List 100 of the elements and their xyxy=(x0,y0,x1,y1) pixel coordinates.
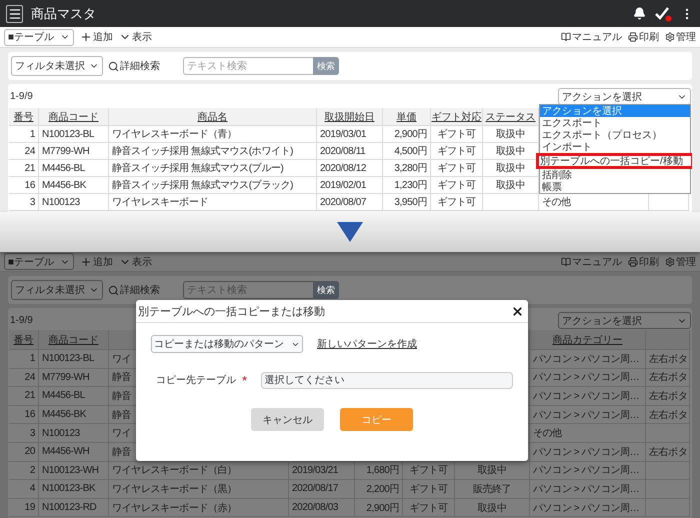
column-header[interactable]: 単価 xyxy=(396,110,416,124)
table-cell: 2019/03/01 xyxy=(317,126,383,143)
table-cell: 24 xyxy=(9,368,39,388)
table-cell: ワイヤレスキーボード xyxy=(109,194,317,211)
table-cell: ギフト可 xyxy=(403,480,455,499)
action-select[interactable]: アクションを選択 xyxy=(558,312,691,329)
table-cell: ギフト可 xyxy=(431,160,483,177)
table-cell: 2,200円 xyxy=(355,480,403,499)
table-cell: ワイヤレスキーボード（青） xyxy=(109,126,317,143)
target-table-field[interactable]: 選択してください xyxy=(260,372,513,388)
view-select[interactable]: ■テーブル xyxy=(4,28,74,46)
plus-icon xyxy=(80,31,92,43)
table-cell: 21 xyxy=(9,387,39,406)
column-header[interactable]: ステータス xyxy=(486,110,536,124)
table-cell: 2019/02/01 xyxy=(317,177,383,194)
column-header[interactable]: 商品コード xyxy=(48,110,98,124)
table-cell: その他 xyxy=(539,194,649,211)
table-cell: ワイヤレスキーボード（黒） xyxy=(109,480,289,499)
empty-cell xyxy=(649,194,689,211)
table-cell: M4456-BL xyxy=(39,387,109,406)
table-cell: 3,950円 xyxy=(383,194,431,211)
table-cell: N100123-BK xyxy=(39,480,109,499)
pattern-select[interactable]: コピーまたは移動のパターン xyxy=(151,335,303,353)
table-cell: 1 xyxy=(9,350,39,369)
column-header[interactable]: 番号 xyxy=(14,332,34,346)
action-select[interactable]: アクションを選択 xyxy=(558,88,691,105)
advanced-search-button[interactable]: 詳細検索 xyxy=(108,59,160,73)
table-cell: パソコン > パソコン周… xyxy=(530,442,646,462)
menu-button[interactable] xyxy=(6,4,23,22)
table-cell: ギフト可 xyxy=(403,498,455,518)
table-cell: 取扱中 xyxy=(483,177,539,194)
table-cell: パソコン > パソコン周… xyxy=(530,498,646,518)
table-cell: 3,280円 xyxy=(383,160,431,177)
table-cell: N100123-RD xyxy=(39,498,109,518)
close-icon[interactable] xyxy=(511,304,524,318)
bell-icon[interactable] xyxy=(633,7,646,20)
filter-select[interactable]: フィルタ未選択 xyxy=(11,280,103,300)
table-cell: 1,230円 xyxy=(383,177,431,194)
table-cell: ワイヤレスキーボード（赤） xyxy=(109,498,289,518)
menu-item[interactable]: 別テーブルへの一括コピー/移動 xyxy=(536,153,692,169)
column-header[interactable]: 商品コード xyxy=(48,332,98,346)
toolbar-link[interactable]: 印刷 xyxy=(628,254,659,268)
table-cell: 2020/08/11 xyxy=(317,143,383,160)
table-cell: N100123-WH xyxy=(39,462,109,480)
printer-icon xyxy=(628,32,638,42)
search-button[interactable]: 検索 xyxy=(313,281,339,299)
search-field[interactable]: テキスト検索 xyxy=(183,57,313,75)
table-cell: 16 xyxy=(9,177,39,194)
advanced-search-button[interactable]: 詳細検索 xyxy=(108,283,160,297)
view-button[interactable]: 表示 xyxy=(119,254,152,268)
plus-icon xyxy=(80,256,92,268)
toolbar-link[interactable]: マニュアル xyxy=(561,30,622,44)
new-pattern-link[interactable]: 新しいパターンを作成 xyxy=(317,337,417,351)
table-cell: M4456-BL xyxy=(39,160,109,177)
table-cell: M4456-WH xyxy=(39,442,109,462)
table-cell: N100123-BL xyxy=(39,350,109,369)
table-cell: 19 xyxy=(9,498,39,518)
printer-icon xyxy=(628,256,638,266)
toolbar-link[interactable]: 管理 xyxy=(665,30,696,44)
table-cell: 取扱中 xyxy=(455,498,530,518)
column-header[interactable]: 番号 xyxy=(14,110,34,124)
table-cell: 3 xyxy=(9,194,39,211)
app-title: 商品マスタ xyxy=(31,4,96,22)
table-cell: M7799-WH xyxy=(39,143,109,160)
toolbar-link[interactable]: マニュアル xyxy=(561,254,622,268)
add-button[interactable]: 追加 xyxy=(80,30,113,44)
column-header[interactable]: ギフト対応 xyxy=(432,110,482,124)
table-cell: 左右ボタ xyxy=(646,442,690,462)
filter-select[interactable]: フィルタ未選択 xyxy=(11,56,103,76)
field-label: コピー先テーブル xyxy=(156,374,237,387)
cancel-button[interactable]: キャンセル xyxy=(251,408,324,431)
table-cell: 左右ボタ xyxy=(646,368,690,388)
column-header[interactable]: 商品名 xyxy=(198,110,228,124)
book-icon xyxy=(561,256,571,266)
view-button[interactable]: 表示 xyxy=(119,30,152,44)
table-cell: パソコン > パソコン周… xyxy=(530,480,646,499)
menu-item[interactable]: アクションを選択 xyxy=(540,105,690,117)
view-select[interactable]: ■テーブル xyxy=(4,253,74,270)
check-icon[interactable] xyxy=(654,6,672,22)
dialog-title: 別テーブルへの一括コピーまたは移動 xyxy=(138,304,325,318)
table-cell: 2020/08/07 xyxy=(317,194,383,211)
table-cell: 20 xyxy=(9,442,39,462)
table-cell: 取扱中 xyxy=(483,160,539,177)
table-cell: 2020/08/17 xyxy=(289,480,355,499)
table-cell: ギフト可 xyxy=(431,177,483,194)
column-header[interactable]: 商品カテゴリー xyxy=(552,332,622,346)
toolbar-link[interactable]: 印刷 xyxy=(628,30,659,44)
table-cell: その他 xyxy=(530,424,646,443)
column-header[interactable]: 取扱開始日 xyxy=(324,110,374,124)
down-triangle-icon xyxy=(337,222,363,242)
add-button[interactable]: 追加 xyxy=(80,254,113,268)
table-cell: 24 xyxy=(9,143,39,160)
empty-cell xyxy=(483,194,539,211)
search-icon xyxy=(108,284,119,296)
record-count: 1-9/9 xyxy=(10,315,33,326)
table-cell: 左右ボタ xyxy=(646,350,690,369)
table-cell: 2020/08/03 xyxy=(289,498,355,518)
toolbar-link[interactable]: 管理 xyxy=(665,254,696,268)
table-cell: パソコン > パソコン周… xyxy=(530,350,646,369)
table-cell: 取扱中 xyxy=(483,143,539,160)
